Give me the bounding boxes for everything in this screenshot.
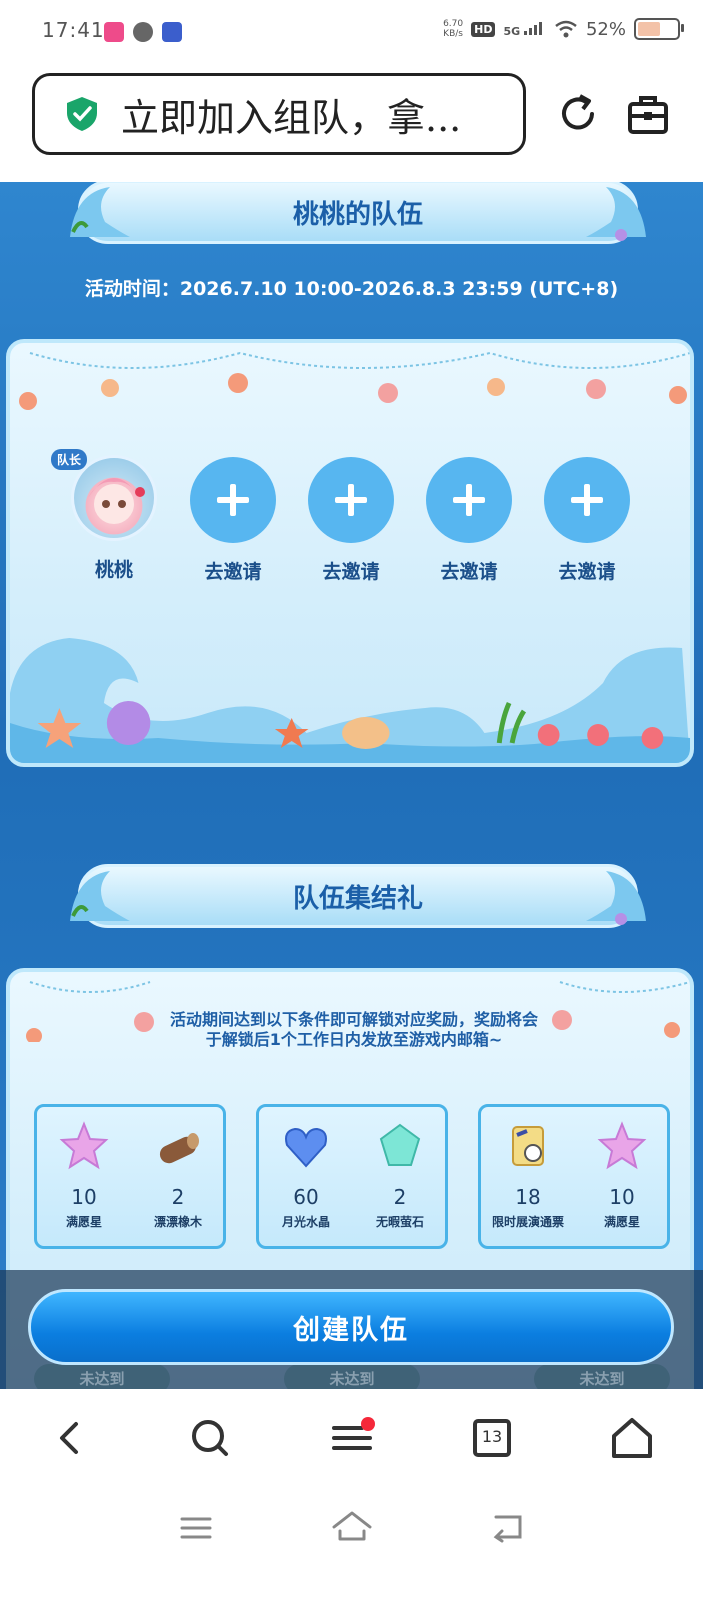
battery-percent: 52% bbox=[585, 18, 626, 40]
invite-slot[interactable]: 去邀请 bbox=[178, 457, 288, 584]
system-back-icon[interactable] bbox=[488, 1509, 528, 1543]
reward-count: 2 bbox=[393, 1185, 407, 1209]
status-bar: 17:41 6.70 KB/s HD 5G 52% bbox=[0, 0, 720, 66]
wave-decoration-icon bbox=[586, 871, 646, 925]
page-title: 立即加入组队，拿... bbox=[121, 95, 462, 140]
wood-icon bbox=[159, 1133, 199, 1164]
invite-label[interactable]: 去邀请 bbox=[532, 557, 642, 584]
reward-name: 满愿星 bbox=[603, 1215, 640, 1229]
invite-label[interactable]: 去邀请 bbox=[178, 557, 288, 584]
avatar bbox=[71, 455, 157, 541]
network-speed-unit: KB/s bbox=[443, 29, 463, 39]
gift-description: 活动期间达到以下条件即可解锁对应奖励，奖励将会 于解锁后1个工作日内发放至游戏内… bbox=[70, 1010, 638, 1050]
wave-decoration-icon bbox=[70, 187, 130, 237]
network-speed-value: 6.70 bbox=[443, 19, 464, 29]
reward-item: 10 满愿星 bbox=[577, 1121, 667, 1230]
tier-status-button[interactable]: 未达到 bbox=[284, 1364, 420, 1389]
add-member-button[interactable] bbox=[190, 457, 276, 543]
address-bar[interactable]: 立即加入组队，拿... bbox=[32, 73, 526, 155]
team-leader[interactable]: 队长 桃桃 bbox=[51, 449, 169, 582]
system-home-icon[interactable] bbox=[330, 1507, 374, 1545]
reward-item: 18 限时展演通票 bbox=[483, 1121, 573, 1230]
star-icon bbox=[59, 1121, 109, 1170]
reward-name: 无暇萤石 bbox=[375, 1215, 424, 1229]
hd-icon: HD bbox=[471, 21, 496, 37]
invite-label[interactable]: 去邀请 bbox=[414, 557, 524, 584]
reward-count: 10 bbox=[71, 1185, 97, 1209]
leader-badge: 队长 bbox=[51, 449, 88, 470]
tab-count: 13 bbox=[481, 1427, 503, 1446]
toolbox-icon[interactable] bbox=[626, 92, 670, 136]
gift-description-line2: 于解锁后1个工作日内发放至游戏内邮箱~ bbox=[205, 1030, 503, 1049]
reward-name: 满愿星 bbox=[65, 1215, 102, 1229]
refresh-icon[interactable] bbox=[556, 92, 600, 136]
notification-app-icon bbox=[104, 22, 124, 42]
battery-icon bbox=[634, 18, 684, 40]
search-icon[interactable] bbox=[186, 1414, 234, 1462]
ocean-waves-decoration bbox=[10, 638, 690, 763]
message-icon bbox=[133, 22, 153, 42]
reward-count: 10 bbox=[609, 1185, 635, 1209]
home-icon[interactable] bbox=[608, 1414, 656, 1462]
create-team-button[interactable]: 创建队伍 bbox=[28, 1289, 674, 1365]
tier-status-button[interactable]: 未达到 bbox=[34, 1364, 170, 1389]
add-member-button[interactable] bbox=[308, 457, 394, 543]
signal-bars-icon bbox=[523, 21, 542, 35]
wifi-icon bbox=[555, 20, 577, 38]
star-icon bbox=[597, 1121, 647, 1170]
reward-count: 60 bbox=[293, 1185, 319, 1209]
network-speed: 6.70 KB/s bbox=[443, 19, 463, 39]
invite-slot[interactable]: 去邀请 bbox=[532, 457, 642, 584]
heart-crystal-icon bbox=[285, 1127, 327, 1168]
invite-label[interactable]: 去邀请 bbox=[296, 557, 406, 584]
notification-app-icon-2 bbox=[162, 22, 182, 42]
reward-item: 60 月光水晶 bbox=[261, 1121, 351, 1230]
reward-count: 2 bbox=[171, 1185, 185, 1209]
add-member-button[interactable] bbox=[544, 457, 630, 543]
add-member-button[interactable] bbox=[426, 457, 512, 543]
recent-apps-icon[interactable] bbox=[176, 1511, 216, 1545]
ticket-icon bbox=[512, 1126, 544, 1166]
gem-icon bbox=[379, 1123, 421, 1166]
string-lights-decoration bbox=[19, 351, 690, 410]
secure-shield-icon bbox=[67, 97, 97, 131]
reward-name: 月光水晶 bbox=[281, 1215, 330, 1229]
reward-tier-card: 10 满愿星 2 漂漂橡木 bbox=[34, 1104, 226, 1249]
reward-item: 2 漂漂橡木 bbox=[133, 1121, 223, 1230]
leader-name: 桃桃 bbox=[94, 559, 133, 581]
signal-label: 5G bbox=[503, 24, 521, 38]
event-time: 活动时间：2026.7.10 10:00-2026.8.3 23:59 (UTC… bbox=[84, 278, 619, 300]
team-name-title: 桃桃的队伍 bbox=[292, 199, 423, 230]
back-icon[interactable] bbox=[46, 1414, 94, 1462]
reward-item: 2 无暇萤石 bbox=[355, 1121, 445, 1230]
gift-title: 队伍集结礼 bbox=[292, 883, 423, 914]
wave-decoration-icon bbox=[586, 187, 646, 241]
web-content: 桃桃的队伍 活动时间：2026.7.10 10:00-2026.8.3 23:5… bbox=[0, 182, 703, 1389]
team-panel: 队长 桃桃 去邀请 去邀请 去邀请 去邀请 bbox=[6, 339, 694, 767]
reward-tier-card: 18 限时展演通票 10 满愿星 bbox=[478, 1104, 670, 1249]
reward-count: 18 bbox=[515, 1185, 541, 1209]
team-name-banner: 桃桃的队伍 bbox=[70, 182, 646, 244]
menu-icon[interactable] bbox=[328, 1414, 376, 1462]
browser-nav-bar: 13 bbox=[0, 1389, 720, 1489]
signal-icon: 5G bbox=[503, 21, 546, 38]
invite-slot[interactable]: 去邀请 bbox=[414, 457, 524, 584]
reward-item: 10 满愿星 bbox=[39, 1121, 129, 1230]
invite-slot[interactable]: 去邀请 bbox=[296, 457, 406, 584]
tabs-button[interactable]: 13 bbox=[468, 1414, 516, 1462]
reward-tier-card: 60 月光水晶 2 无暇萤石 bbox=[256, 1104, 448, 1249]
gift-description-line1: 活动期间达到以下条件即可解锁对应奖励，奖励将会 bbox=[169, 1010, 538, 1029]
system-nav-bar bbox=[0, 1489, 720, 1605]
clock: 17:41 bbox=[42, 18, 105, 42]
wave-decoration-icon bbox=[70, 871, 130, 921]
reward-name: 限时展演通票 bbox=[491, 1215, 564, 1229]
gift-banner: 队伍集结礼 bbox=[70, 864, 646, 928]
avatar-face-icon bbox=[88, 478, 145, 524]
reward-name: 漂漂橡木 bbox=[153, 1215, 202, 1229]
tier-status-button[interactable]: 未达到 bbox=[534, 1364, 670, 1389]
